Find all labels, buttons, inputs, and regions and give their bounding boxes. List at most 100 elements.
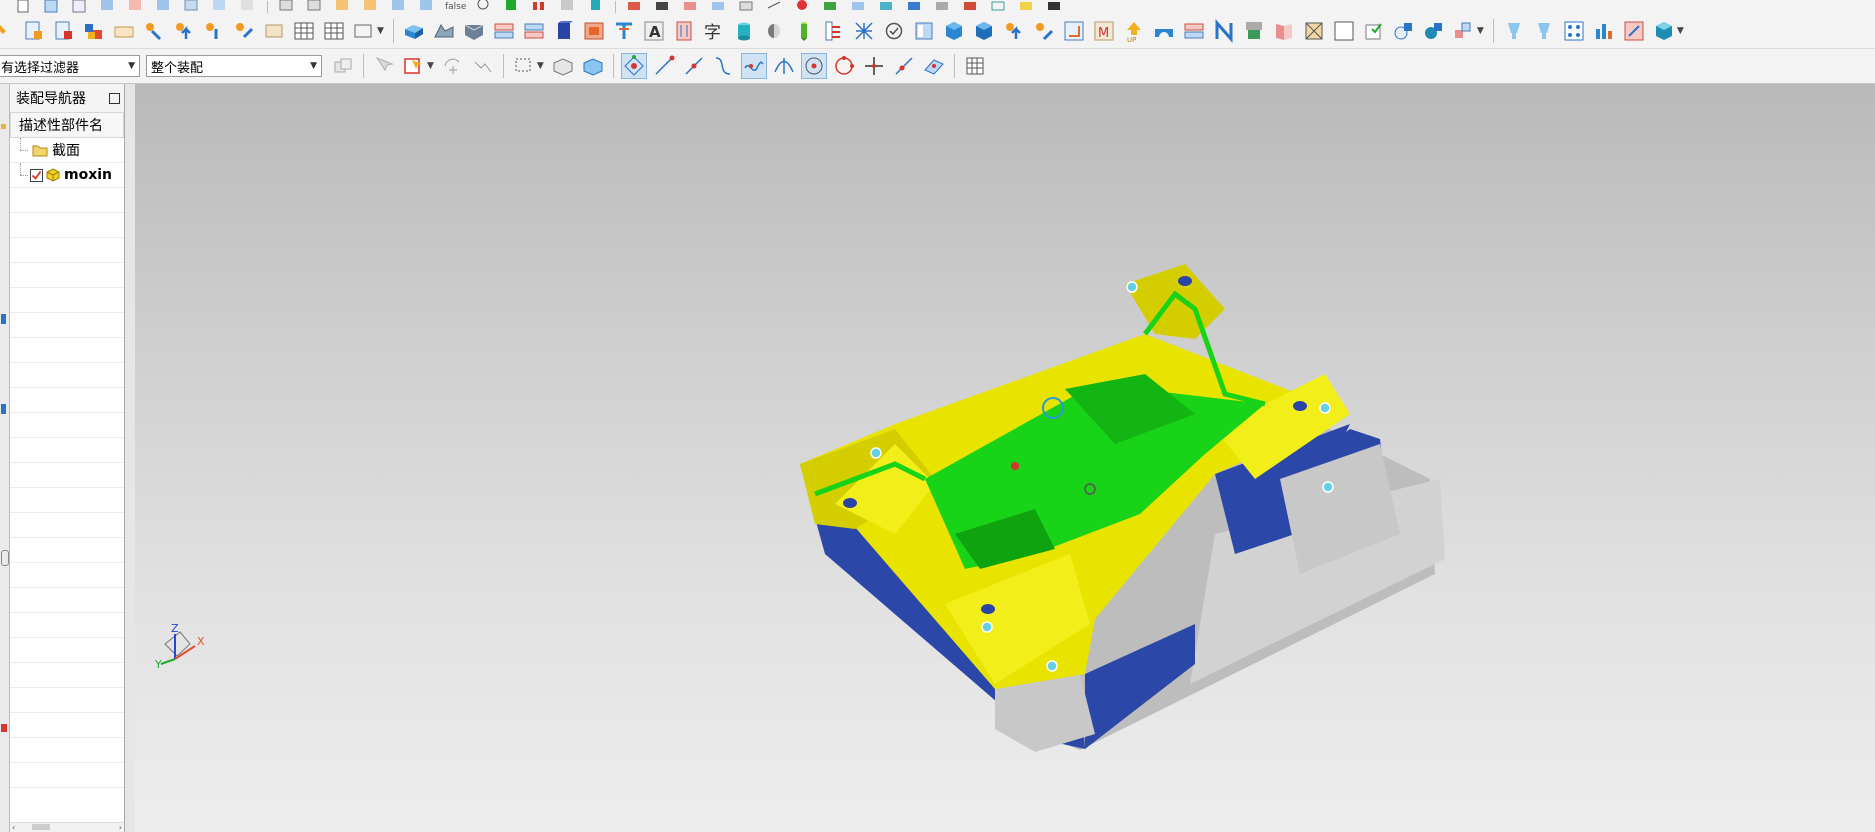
blue-hex-icon[interactable] <box>942 19 966 43</box>
resource-tab-icon[interactable] <box>1 124 6 129</box>
table-grid-2-icon[interactable] <box>322 19 346 43</box>
printer-icon[interactable] <box>1242 19 1266 43</box>
assembly-scope-select[interactable]: 整个装配 ▼ <box>146 55 322 77</box>
link-icon[interactable] <box>1622 19 1646 43</box>
wrench-icon[interactable] <box>933 0 953 14</box>
tee-icon[interactable] <box>612 19 636 43</box>
point-on-face-icon[interactable] <box>922 54 946 78</box>
tree-item-section[interactable]: 截面 <box>10 138 124 163</box>
tool-icon[interactable] <box>0 19 16 43</box>
horizontal-scrollbar[interactable]: ‹ › <box>10 822 124 832</box>
pink-icon[interactable] <box>681 0 701 14</box>
file-icon[interactable] <box>14 0 34 14</box>
yellow-icon[interactable] <box>1017 0 1037 14</box>
sheet-icon[interactable] <box>70 0 90 14</box>
dropdown-arrow-5-icon[interactable]: ▼ <box>537 61 544 71</box>
component-icon[interactable] <box>361 0 381 14</box>
graphics-viewport[interactable]: X Y Z <box>135 84 1875 832</box>
bridge-icon[interactable] <box>1152 19 1176 43</box>
curve-point-icon[interactable] <box>712 54 736 78</box>
table-icon[interactable] <box>154 0 174 14</box>
copy-icon[interactable] <box>737 0 757 14</box>
resource-tab-3-icon[interactable] <box>1 404 6 414</box>
ruler-icon[interactable] <box>822 19 846 43</box>
arrow-icon[interactable] <box>765 0 785 14</box>
cup-icon[interactable] <box>1502 19 1526 43</box>
new-part-icon[interactable] <box>22 19 46 43</box>
align-icon[interactable] <box>232 19 256 43</box>
selection-filter-select[interactable]: 有选择过滤器 ▼ <box>0 55 140 77</box>
point-on-curve-icon[interactable] <box>892 54 916 78</box>
intersection-icon[interactable] <box>772 54 796 78</box>
show-body-icon[interactable] <box>581 54 605 78</box>
up-arrow-icon[interactable]: UP <box>1122 19 1146 44</box>
dropdown-arrow-icon[interactable]: ▼ <box>377 26 384 36</box>
existing-point-icon[interactable] <box>862 54 886 78</box>
dropdown-arrow-4-icon[interactable]: ▼ <box>427 61 434 71</box>
datum-2-icon[interactable] <box>1422 19 1446 43</box>
dropdown-arrow-2-icon[interactable]: ▼ <box>1477 26 1484 36</box>
table-grid-icon[interactable] <box>292 19 316 43</box>
explode-icon[interactable] <box>262 19 286 43</box>
red-tool-icon[interactable] <box>961 0 981 14</box>
green-flag-icon[interactable] <box>502 0 522 14</box>
pin-icon[interactable] <box>792 19 816 43</box>
snap-points-icon[interactable] <box>620 53 647 79</box>
offset-face-icon[interactable] <box>552 19 576 43</box>
constraint-icon[interactable] <box>389 0 409 14</box>
box-icon[interactable] <box>210 0 230 14</box>
cylinder-icon[interactable] <box>586 0 606 14</box>
cylinder-teal-icon[interactable] <box>732 19 756 43</box>
grid-snap-icon[interactable] <box>963 54 987 78</box>
maximize-icon[interactable] <box>109 92 120 104</box>
blue-cube-icon[interactable] <box>905 0 925 14</box>
scroll-right-icon[interactable]: › <box>119 823 122 832</box>
drawing-icon[interactable] <box>352 19 376 43</box>
red-blocks-icon[interactable] <box>530 0 550 14</box>
panel-icon[interactable] <box>709 0 729 14</box>
arc-center-icon[interactable] <box>800 53 827 79</box>
checkbox-checked-icon[interactable] <box>30 168 43 182</box>
move-component-icon[interactable] <box>142 19 166 43</box>
check-box-icon[interactable] <box>1362 19 1386 43</box>
m-icon[interactable]: M <box>1092 19 1116 43</box>
half-cylinder-icon[interactable] <box>762 19 786 43</box>
resource-tab-2-icon[interactable] <box>1 314 6 324</box>
split-2-icon[interactable] <box>1182 19 1206 43</box>
note-icon[interactable] <box>112 19 136 43</box>
assembly-blocks-icon[interactable] <box>82 19 106 43</box>
doc-blue-icon[interactable] <box>42 0 62 14</box>
misc-icon[interactable] <box>238 0 258 14</box>
text-a-icon[interactable]: A <box>642 19 666 43</box>
box-x-icon[interactable] <box>1302 19 1326 43</box>
mold-base-model[interactable] <box>800 264 1445 752</box>
move-up-2-icon[interactable] <box>1002 19 1026 43</box>
corner-icon[interactable] <box>1062 19 1086 43</box>
resource-tab-5-icon[interactable] <box>1 724 7 732</box>
character-icon[interactable]: 字 <box>702 19 726 43</box>
shape-icon[interactable] <box>98 0 118 14</box>
scrollbar-thumb[interactable] <box>32 824 50 830</box>
dark-bar-icon[interactable] <box>653 0 673 14</box>
sheet-metal-icon[interactable] <box>912 19 936 43</box>
layout-icon[interactable] <box>182 0 202 14</box>
replace-face-icon[interactable] <box>582 19 606 43</box>
cup-2-icon[interactable] <box>1532 19 1556 43</box>
filter-parts-icon[interactable] <box>331 54 355 78</box>
mate-icon[interactable] <box>417 0 437 14</box>
green-tool-icon[interactable] <box>821 0 841 14</box>
mid-point-icon[interactable] <box>682 54 706 78</box>
quadrant-icon[interactable] <box>832 54 856 78</box>
datum-icon[interactable] <box>1392 19 1416 43</box>
red-shape-icon[interactable] <box>625 0 645 14</box>
blank-box-icon[interactable] <box>1332 19 1356 43</box>
dropdown-arrow-3-icon[interactable]: ▼ <box>1677 26 1684 36</box>
dots-grid-icon[interactable] <box>1562 19 1586 43</box>
snap-icon[interactable] <box>441 54 465 78</box>
move-up-icon[interactable] <box>172 19 196 43</box>
teal-icon[interactable] <box>877 0 897 14</box>
dimension-icon[interactable] <box>672 19 696 43</box>
box-select-icon[interactable] <box>512 54 536 78</box>
circle-icon[interactable] <box>474 0 494 14</box>
select-arrow-icon[interactable] <box>372 54 396 78</box>
